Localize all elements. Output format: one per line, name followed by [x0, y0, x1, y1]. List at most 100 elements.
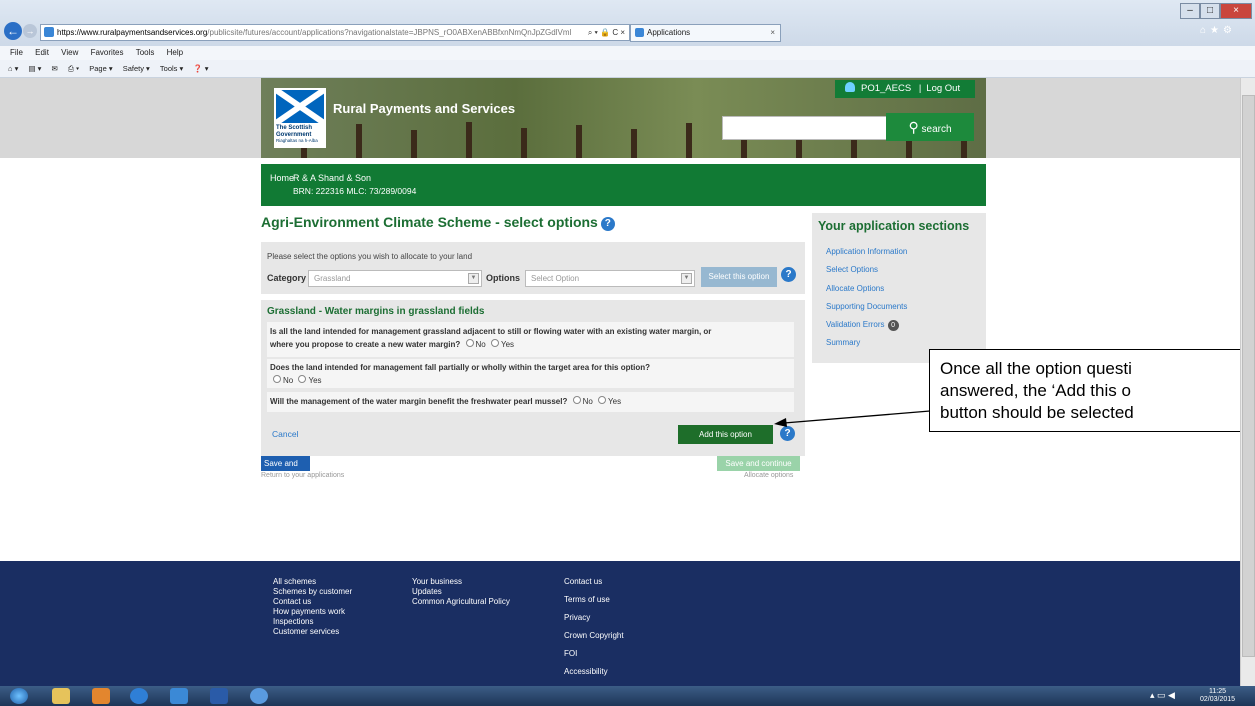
footer-link[interactable]: Contact us: [273, 597, 352, 607]
chevron-down-icon: ▼: [468, 273, 479, 284]
menu-bar: File Edit View Favorites Tools Help: [0, 46, 1255, 60]
cmd-feeds-icon[interactable]: ▤ ▾: [28, 64, 41, 73]
footer-link[interactable]: Crown Copyright: [564, 627, 624, 645]
word-icon[interactable]: [210, 688, 228, 704]
footer-link[interactable]: Accessibility: [564, 663, 624, 681]
sidebar-item-select-options[interactable]: Select Options: [826, 265, 878, 274]
close-window-button[interactable]: ×: [1220, 3, 1252, 19]
internet-explorer-active-icon[interactable]: [250, 688, 268, 704]
allocate-options-link[interactable]: Allocate options: [744, 472, 793, 479]
lync-icon[interactable]: [170, 688, 188, 704]
cmd-home-icon[interactable]: ⌂ ▾: [8, 64, 18, 73]
home-favorites-settings-icons[interactable]: ⌂★⚙: [1200, 25, 1252, 36]
menu-help[interactable]: Help: [167, 48, 183, 57]
cmd-print-icon[interactable]: ⎙ ▾: [68, 64, 79, 73]
forward-arrow-icon[interactable]: →: [23, 24, 37, 38]
callout-arrow-icon: [774, 410, 931, 427]
menu-file[interactable]: File: [10, 48, 23, 57]
footer-link[interactable]: Terms of use: [564, 591, 624, 609]
radio-yes[interactable]: [298, 375, 307, 383]
maximize-button[interactable]: □: [1200, 3, 1220, 19]
radio-yes-label: Yes: [308, 376, 322, 385]
category-select[interactable]: Grassland ▼: [308, 270, 482, 287]
footer-link[interactable]: Your business: [412, 577, 510, 587]
sidebar-item-summary[interactable]: Summary: [826, 338, 860, 347]
radio-no-label: No: [283, 376, 294, 385]
sidebar-title: Your application sections: [818, 219, 970, 233]
add-option-button[interactable]: Add this option: [678, 425, 773, 444]
tab-title: Applications: [647, 28, 691, 37]
menu-favorites[interactable]: Favorites: [91, 48, 124, 57]
sidebar-item-validation-errors[interactable]: Validation Errors 0: [826, 320, 899, 331]
cmd-page[interactable]: Page ▾: [89, 64, 112, 73]
radio-no-label: No: [475, 340, 486, 349]
help-icon[interactable]: ?: [600, 217, 615, 231]
footer-link[interactable]: Inspections: [273, 617, 352, 627]
cmd-help-icon[interactable]: ❓ ▾: [193, 64, 208, 73]
search-input[interactable]: [722, 116, 888, 140]
footer-link[interactable]: FOI: [564, 645, 624, 663]
callout-line: answered, the ‘Add this o: [940, 381, 1131, 400]
home-link[interactable]: Home: [270, 173, 294, 183]
cmd-tools[interactable]: Tools ▾: [160, 64, 183, 73]
radio-yes[interactable]: [490, 339, 499, 347]
user-separator: |: [918, 83, 922, 94]
scrollbar-thumb[interactable]: [1242, 95, 1255, 657]
back-arrow-icon[interactable]: ←: [4, 22, 22, 40]
footer-link[interactable]: Privacy: [564, 609, 624, 627]
footer-link[interactable]: All schemes: [273, 577, 352, 587]
menu-view[interactable]: View: [61, 48, 78, 57]
internet-explorer-icon[interactable]: [130, 688, 148, 704]
minimize-button[interactable]: –: [1180, 3, 1200, 19]
footer-link[interactable]: Updates: [412, 587, 510, 597]
help-icon[interactable]: ?: [781, 267, 796, 282]
address-host: https://www.ruralpaymentsandservices.org: [57, 28, 208, 37]
site-title[interactable]: Rural Payments and Services: [333, 101, 515, 116]
options-value: Select Option: [531, 274, 580, 283]
user-name[interactable]: PO1_AECS: [861, 83, 911, 94]
footer-link[interactable]: Customer services: [273, 627, 352, 637]
cancel-link[interactable]: Cancel: [272, 429, 298, 439]
sidebar-item-allocate-options[interactable]: Allocate Options: [826, 284, 884, 293]
save-close-button[interactable]: Save and close: [261, 456, 310, 483]
windows-taskbar: [0, 686, 1255, 706]
select-option-button[interactable]: Select this option: [701, 267, 777, 287]
window-controls: – □ ×: [1180, 3, 1252, 19]
radio-no[interactable]: [465, 339, 474, 347]
radio-no[interactable]: [273, 375, 281, 383]
scottish-government-logo[interactable]: The Scottish Government Riaghaltas na h-…: [274, 87, 326, 148]
address-bar[interactable]: https://www.ruralpaymentsandservices.org…: [40, 24, 630, 41]
tab-close-icon[interactable]: ×: [770, 25, 775, 41]
menu-edit[interactable]: Edit: [35, 48, 49, 57]
options-select[interactable]: Select Option ▼: [525, 270, 695, 287]
start-button-icon[interactable]: [10, 688, 28, 704]
question-row: Is all the land intended for management …: [267, 322, 794, 357]
save-continue-button[interactable]: Save and continue: [717, 456, 800, 471]
radio-no[interactable]: [572, 396, 581, 404]
question-text: Does the land intended for management fa…: [270, 363, 651, 372]
menu-tools[interactable]: Tools: [136, 48, 155, 57]
footer-column-1: All schemes Schemes by customer Contact …: [273, 577, 352, 637]
file-explorer-icon[interactable]: [52, 688, 70, 704]
system-tray-icons[interactable]: ▴ ▭ ◀: [1150, 690, 1175, 701]
page-title: Agri-Environment Climate Scheme - select…: [261, 214, 615, 231]
address-tools-icons[interactable]: ⌕ ▾ 🔒 C ×: [588, 25, 625, 40]
radio-yes[interactable]: [598, 396, 607, 404]
sidebar-item-label: Validation Errors: [826, 320, 885, 329]
search-button[interactable]: ⚲ search: [886, 113, 974, 141]
footer-link[interactable]: Common Agricultural Policy: [412, 597, 510, 607]
footer-link[interactable]: Contact us: [564, 573, 624, 591]
footer-link[interactable]: How payments work: [273, 607, 352, 617]
browser-tab[interactable]: Applications ×: [630, 24, 781, 42]
cmd-safety[interactable]: Safety ▾: [123, 64, 150, 73]
question-text: Is all the land intended for management …: [270, 327, 712, 336]
outlook-icon[interactable]: [92, 688, 110, 704]
sidebar-item-supporting-documents[interactable]: Supporting Documents: [826, 302, 907, 311]
footer-link[interactable]: Schemes by customer: [273, 587, 352, 597]
logout-link[interactable]: Log Out: [926, 83, 960, 94]
clock-time: 11:25: [1209, 688, 1227, 695]
sidebar-item-application-information[interactable]: Application Information: [826, 247, 907, 256]
taskbar-clock[interactable]: 11:25 02/03/2015: [1200, 688, 1235, 704]
cmd-mail-icon[interactable]: ✉: [52, 64, 58, 73]
return-link[interactable]: Return to your applications: [261, 472, 344, 479]
